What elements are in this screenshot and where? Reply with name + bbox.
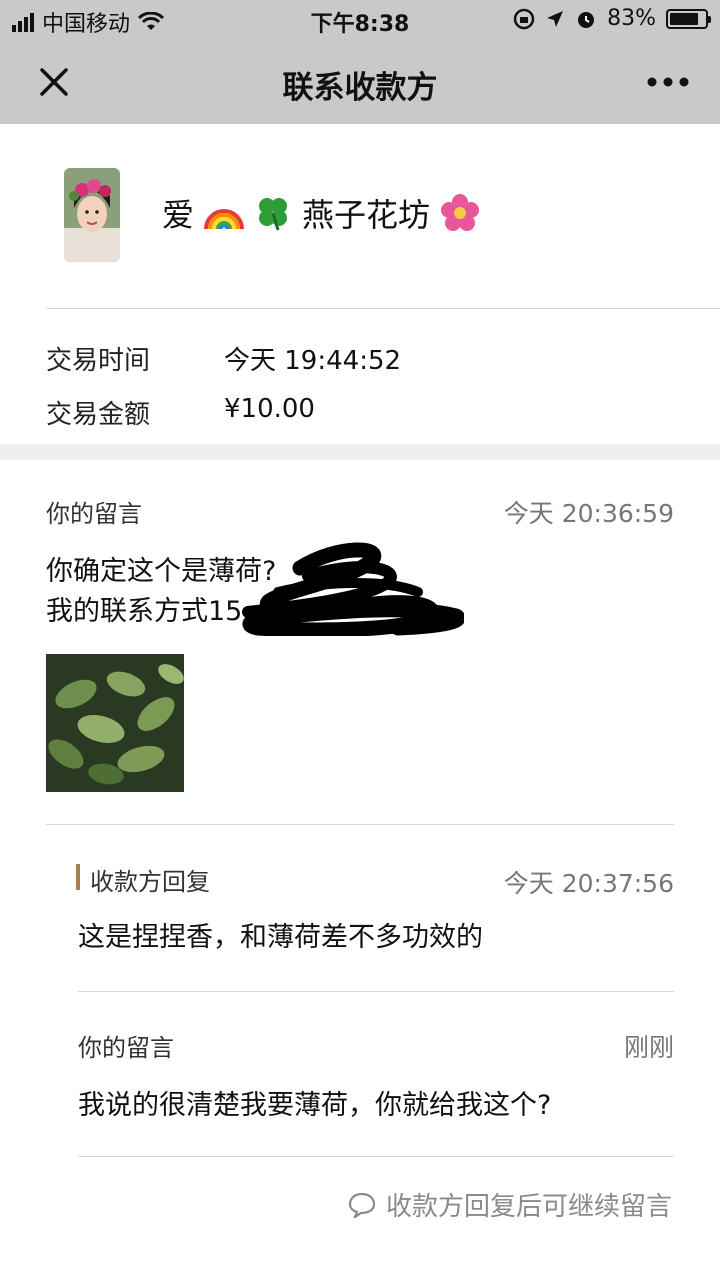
trade-time-label: 交易时间 [46, 346, 151, 376]
payee-name: 爱 燕子花坊 [162, 190, 480, 236]
nav-bar: 联系收款方 [0, 40, 720, 124]
continue-hint-text: 收款方回复后可继续留言 [385, 1192, 672, 1222]
my-followup-text: 我说的很清楚我要薄荷，你就给我这个? [78, 1090, 552, 1121]
my-followup-time: 刚刚 [623, 1033, 674, 1062]
reply-text: 这是捏捏香，和薄荷差不多功效的 [78, 922, 483, 953]
reply-label: 收款方回复 [90, 868, 210, 896]
status-right: 83% [513, 6, 711, 31]
payee-name-prefix: 爱 [162, 196, 195, 234]
more-icon[interactable] [646, 72, 690, 92]
page-title: 联系收款方 [282, 70, 438, 106]
message-divider-3 [78, 1156, 674, 1157]
location-icon [547, 10, 564, 27]
message-photo[interactable] [46, 654, 184, 792]
battery-percent: 83% [607, 6, 656, 31]
payee-header: 爱 燕子花坊 [0, 124, 720, 308]
reply-accent-bar [76, 864, 80, 890]
my-followup-label: 你的留言 [78, 1034, 174, 1062]
payee-name-main: 燕子花坊 [302, 196, 431, 234]
four-leaf-clover-icon [259, 198, 288, 231]
message-divider-1 [46, 824, 674, 825]
trade-amount-label: 交易金额 [46, 400, 151, 430]
rainbow-icon [204, 209, 245, 230]
trade-amount-value: ¥10.00 [224, 394, 315, 424]
my-message-time: 今天 20:36:59 [503, 499, 674, 528]
status-bar: 中国移动 下午8:38 83% [0, 0, 720, 40]
my-message-label: 你的留言 [46, 500, 142, 528]
payee-divider [46, 308, 720, 309]
battery-icon [666, 8, 711, 29]
my-message-line2: 我的联系方式15 [46, 596, 243, 627]
section-separator [0, 444, 720, 460]
avatar[interactable] [64, 168, 120, 262]
chat-bubble-icon [348, 1192, 376, 1218]
orientation-lock-icon [513, 8, 535, 29]
reply-time: 今天 20:37:56 [503, 869, 674, 898]
redaction-scribble [242, 542, 464, 636]
alarm-icon [578, 11, 595, 28]
message-divider-2 [78, 991, 674, 992]
trade-time-value: 今天 19:44:52 [224, 346, 402, 376]
cherry-blossom-icon [441, 194, 480, 231]
continue-hint: 收款方回复后可继续留言 [348, 1186, 672, 1223]
